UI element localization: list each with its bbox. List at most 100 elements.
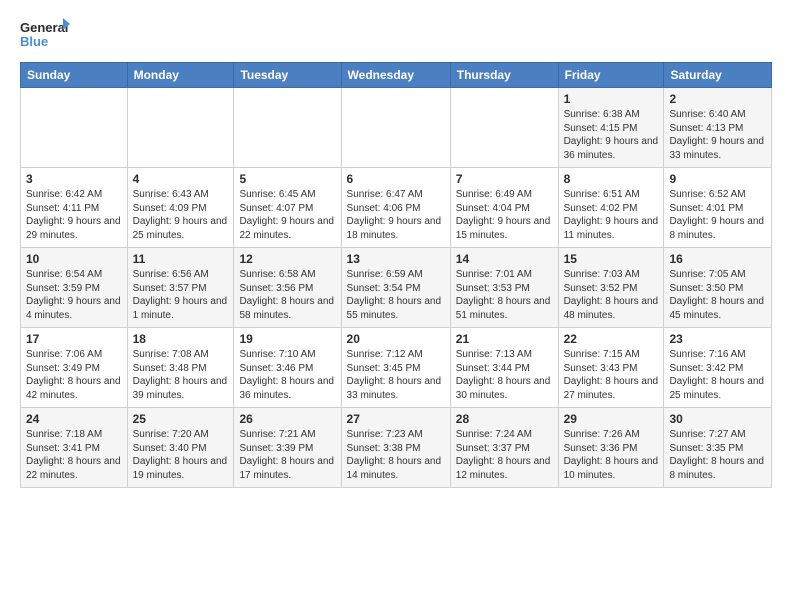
calendar-cell bbox=[234, 88, 341, 168]
day-info: Sunrise: 7:10 AMSunset: 3:46 PMDaylight:… bbox=[239, 348, 335, 402]
calendar-cell: 27 Sunrise: 7:23 AMSunset: 3:38 PMDayligh… bbox=[341, 408, 450, 488]
day-number: 20 bbox=[347, 332, 445, 346]
day-number: 13 bbox=[347, 252, 445, 266]
day-info: Sunrise: 6:51 AMSunset: 4:02 PMDaylight:… bbox=[564, 188, 659, 242]
day-info: Sunrise: 6:56 AMSunset: 3:57 PMDaylight:… bbox=[133, 268, 229, 322]
day-number: 24 bbox=[26, 412, 122, 426]
day-info: Sunrise: 7:06 AMSunset: 3:49 PMDaylight:… bbox=[26, 348, 122, 402]
day-info: Sunrise: 7:13 AMSunset: 3:44 PMDaylight:… bbox=[456, 348, 553, 402]
calendar-cell: 25 Sunrise: 7:20 AMSunset: 3:40 PMDayligh… bbox=[127, 408, 234, 488]
day-info: Sunrise: 7:26 AMSunset: 3:36 PMDaylight:… bbox=[564, 428, 659, 482]
column-header-tuesday: Tuesday bbox=[234, 63, 341, 88]
calendar-cell: 18 Sunrise: 7:08 AMSunset: 3:48 PMDayligh… bbox=[127, 328, 234, 408]
column-header-sunday: Sunday bbox=[21, 63, 128, 88]
day-info: Sunrise: 6:42 AMSunset: 4:11 PMDaylight:… bbox=[26, 188, 122, 242]
day-info: Sunrise: 7:03 AMSunset: 3:52 PMDaylight:… bbox=[564, 268, 659, 322]
logo: General Blue bbox=[20, 16, 70, 54]
day-info: Sunrise: 6:49 AMSunset: 4:04 PMDaylight:… bbox=[456, 188, 553, 242]
calendar-cell: 24 Sunrise: 7:18 AMSunset: 3:41 PMDayligh… bbox=[21, 408, 128, 488]
day-number: 14 bbox=[456, 252, 553, 266]
calendar-cell: 26 Sunrise: 7:21 AMSunset: 3:39 PMDayligh… bbox=[234, 408, 341, 488]
calendar-cell: 30 Sunrise: 7:27 AMSunset: 3:35 PMDayligh… bbox=[664, 408, 772, 488]
day-number: 30 bbox=[669, 412, 766, 426]
calendar-week-2: 3Sunrise: 6:42 AMSunset: 4:11 PMDaylight… bbox=[21, 168, 772, 248]
day-number: 9 bbox=[669, 172, 766, 186]
day-info: Sunrise: 7:01 AMSunset: 3:53 PMDaylight:… bbox=[456, 268, 553, 322]
calendar-cell bbox=[450, 88, 558, 168]
calendar-cell: 28 Sunrise: 7:24 AMSunset: 3:37 PMDayligh… bbox=[450, 408, 558, 488]
calendar-cell: 29 Sunrise: 7:26 AMSunset: 3:36 PMDayligh… bbox=[558, 408, 664, 488]
calendar-header-row: SundayMondayTuesdayWednesdayThursdayFrid… bbox=[21, 63, 772, 88]
day-number: 28 bbox=[456, 412, 553, 426]
day-number: 10 bbox=[26, 252, 122, 266]
day-info: Sunrise: 7:24 AMSunset: 3:37 PMDaylight:… bbox=[456, 428, 553, 482]
calendar-cell: 22Sunrise: 7:15 AMSunset: 3:43 PMDayligh… bbox=[558, 328, 664, 408]
day-info: Sunrise: 6:54 AMSunset: 3:59 PMDaylight:… bbox=[26, 268, 122, 322]
column-header-saturday: Saturday bbox=[664, 63, 772, 88]
day-number: 29 bbox=[564, 412, 659, 426]
day-info: Sunrise: 7:16 AMSunset: 3:42 PMDaylight:… bbox=[669, 348, 766, 402]
calendar-cell: 14 Sunrise: 7:01 AMSunset: 3:53 PMDayligh… bbox=[450, 248, 558, 328]
day-number: 15 bbox=[564, 252, 659, 266]
day-info: Sunrise: 7:27 AMSunset: 3:35 PMDaylight:… bbox=[669, 428, 766, 482]
calendar-cell bbox=[21, 88, 128, 168]
calendar-week-5: 24 Sunrise: 7:18 AMSunset: 3:41 PMDayligh… bbox=[21, 408, 772, 488]
day-number: 21 bbox=[456, 332, 553, 346]
day-number: 19 bbox=[239, 332, 335, 346]
day-number: 26 bbox=[239, 412, 335, 426]
calendar-cell: 5Sunrise: 6:45 AMSunset: 4:07 PMDaylight… bbox=[234, 168, 341, 248]
calendar-cell: 21 Sunrise: 7:13 AMSunset: 3:44 PMDayligh… bbox=[450, 328, 558, 408]
day-info: Sunrise: 7:18 AMSunset: 3:41 PMDaylight:… bbox=[26, 428, 122, 482]
calendar-cell: 23 Sunrise: 7:16 AMSunset: 3:42 PMDayligh… bbox=[664, 328, 772, 408]
calendar-table: SundayMondayTuesdayWednesdayThursdayFrid… bbox=[20, 62, 772, 488]
day-number: 4 bbox=[133, 172, 229, 186]
day-number: 12 bbox=[239, 252, 335, 266]
calendar-cell: 4Sunrise: 6:43 AMSunset: 4:09 PMDaylight… bbox=[127, 168, 234, 248]
calendar-cell: 13 Sunrise: 6:59 AMSunset: 3:54 PMDayligh… bbox=[341, 248, 450, 328]
day-number: 1 bbox=[564, 92, 659, 106]
calendar-cell: 2Sunrise: 6:40 AMSunset: 4:13 PMDaylight… bbox=[664, 88, 772, 168]
day-number: 7 bbox=[456, 172, 553, 186]
calendar-week-1: 1 Sunrise: 6:38 AMSunset: 4:15 PMDaylight… bbox=[21, 88, 772, 168]
day-info: Sunrise: 6:58 AMSunset: 3:56 PMDaylight:… bbox=[239, 268, 335, 322]
day-info: Sunrise: 6:47 AMSunset: 4:06 PMDaylight:… bbox=[347, 188, 445, 242]
logo-svg: General Blue bbox=[20, 16, 70, 54]
calendar-cell: 1 Sunrise: 6:38 AMSunset: 4:15 PMDaylight… bbox=[558, 88, 664, 168]
day-info: Sunrise: 7:23 AMSunset: 3:38 PMDaylight:… bbox=[347, 428, 445, 482]
day-info: Sunrise: 7:05 AMSunset: 3:50 PMDaylight:… bbox=[669, 268, 766, 322]
calendar-week-4: 17 Sunrise: 7:06 AMSunset: 3:49 PMDayligh… bbox=[21, 328, 772, 408]
day-info: Sunrise: 7:21 AMSunset: 3:39 PMDaylight:… bbox=[239, 428, 335, 482]
calendar-cell: 12 Sunrise: 6:58 AMSunset: 3:56 PMDayligh… bbox=[234, 248, 341, 328]
calendar-cell: 7 Sunrise: 6:49 AMSunset: 4:04 PMDaylight… bbox=[450, 168, 558, 248]
calendar-cell: 8Sunrise: 6:51 AMSunset: 4:02 PMDaylight… bbox=[558, 168, 664, 248]
day-number: 27 bbox=[347, 412, 445, 426]
svg-text:Blue: Blue bbox=[20, 34, 48, 49]
day-number: 17 bbox=[26, 332, 122, 346]
day-number: 25 bbox=[133, 412, 229, 426]
calendar-cell: 6Sunrise: 6:47 AMSunset: 4:06 PMDaylight… bbox=[341, 168, 450, 248]
calendar-cell: 20 Sunrise: 7:12 AMSunset: 3:45 PMDayligh… bbox=[341, 328, 450, 408]
calendar-cell bbox=[127, 88, 234, 168]
day-number: 16 bbox=[669, 252, 766, 266]
day-info: Sunrise: 6:59 AMSunset: 3:54 PMDaylight:… bbox=[347, 268, 445, 322]
day-info: Sunrise: 7:12 AMSunset: 3:45 PMDaylight:… bbox=[347, 348, 445, 402]
day-number: 11 bbox=[133, 252, 229, 266]
calendar-cell: 10 Sunrise: 6:54 AMSunset: 3:59 PMDayligh… bbox=[21, 248, 128, 328]
calendar-cell: 15 Sunrise: 7:03 AMSunset: 3:52 PMDayligh… bbox=[558, 248, 664, 328]
calendar-cell: 19 Sunrise: 7:10 AMSunset: 3:46 PMDayligh… bbox=[234, 328, 341, 408]
calendar-cell bbox=[341, 88, 450, 168]
calendar-cell: 3Sunrise: 6:42 AMSunset: 4:11 PMDaylight… bbox=[21, 168, 128, 248]
day-info: Sunrise: 7:20 AMSunset: 3:40 PMDaylight:… bbox=[133, 428, 229, 482]
calendar-week-3: 10 Sunrise: 6:54 AMSunset: 3:59 PMDayligh… bbox=[21, 248, 772, 328]
header: General Blue bbox=[20, 16, 772, 54]
calendar-cell: 11 Sunrise: 6:56 AMSunset: 3:57 PMDayligh… bbox=[127, 248, 234, 328]
column-header-friday: Friday bbox=[558, 63, 664, 88]
day-number: 23 bbox=[669, 332, 766, 346]
calendar-cell: 9Sunrise: 6:52 AMSunset: 4:01 PMDaylight… bbox=[664, 168, 772, 248]
calendar-cell: 16 Sunrise: 7:05 AMSunset: 3:50 PMDayligh… bbox=[664, 248, 772, 328]
column-header-thursday: Thursday bbox=[450, 63, 558, 88]
day-number: 22 bbox=[564, 332, 659, 346]
day-info: Sunrise: 7:08 AMSunset: 3:48 PMDaylight:… bbox=[133, 348, 229, 402]
day-info: Sunrise: 6:38 AMSunset: 4:15 PMDaylight:… bbox=[564, 108, 659, 162]
day-number: 18 bbox=[133, 332, 229, 346]
